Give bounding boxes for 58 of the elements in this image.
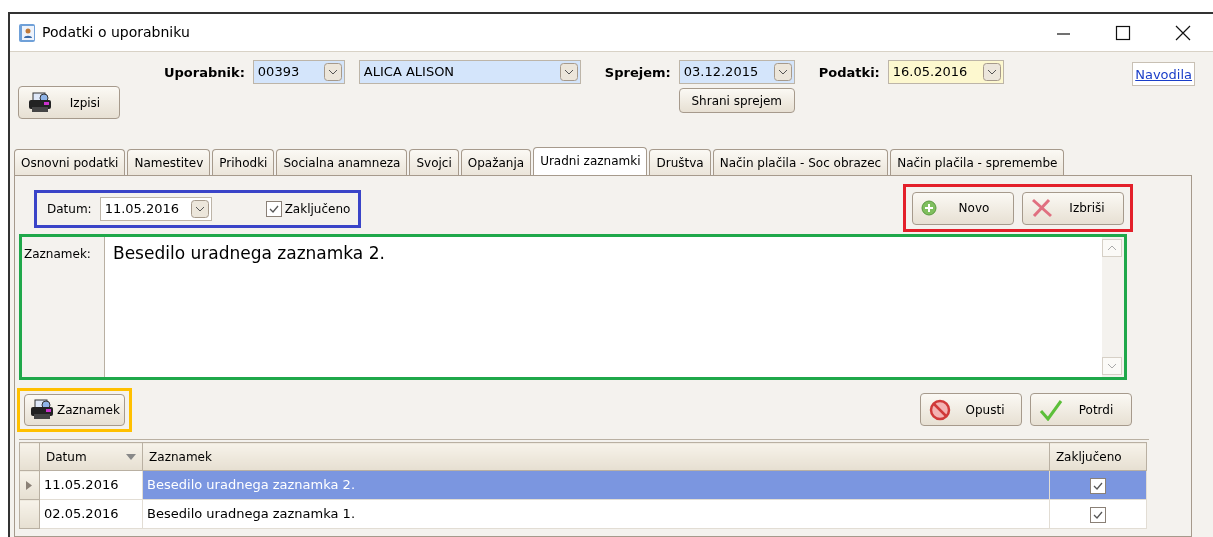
checkbox[interactable] [265, 201, 282, 217]
scroll-down-icon [1102, 357, 1122, 375]
help-link[interactable]: Navodila [1132, 62, 1195, 86]
field-label: Datum: [47, 201, 92, 218]
print-button[interactable]: Izpisi [18, 86, 120, 119]
scroll-up-icon [1102, 239, 1122, 257]
tab[interactable]: Svojci [409, 149, 459, 175]
new-button[interactable]: Novo [912, 191, 1014, 225]
table-row[interactable]: 02.05.2016 Besedilo uradnega zaznamka 1. [19, 499, 1147, 529]
dropdown-caret-icon [323, 63, 342, 81]
table-cell: 02.05.2016 [39, 499, 143, 529]
dropdown-caret-icon [190, 200, 209, 218]
checkbox-label: Zaključeno [284, 201, 351, 218]
check-icon [1039, 398, 1063, 421]
tab[interactable]: Način plačila - Soc obrazec [712, 149, 889, 175]
tab[interactable]: Način plačila - spremembe [890, 149, 1065, 175]
printer-icon [27, 91, 53, 114]
delete-button[interactable]: Izbriši [1022, 191, 1124, 225]
print-button[interactable]: Zaznamek [24, 393, 125, 426]
dropdown-caret-icon [773, 63, 792, 81]
field-label: Podatki: [818, 64, 880, 82]
plus-icon [921, 200, 937, 216]
user-code-field[interactable]: 00393 [252, 60, 345, 84]
table-row[interactable]: 11.05.2016 Besedilo uradnega zaznamka 2. [19, 470, 1147, 500]
note-text-field[interactable]: Besedilo uradnega zaznamka 2. [105, 237, 1124, 377]
data-date-field[interactable]: 16.05.2016 [887, 60, 1004, 84]
no-entry-icon [929, 398, 951, 421]
dropdown-caret-icon [559, 63, 578, 81]
confirm-button[interactable]: Potrdi [1030, 393, 1132, 426]
column-header[interactable]: Zaključeno [1049, 442, 1147, 471]
row-pointer-icon [26, 481, 32, 491]
field-label: Uporabnik: [164, 64, 245, 82]
table-cell: Besedilo uradnega zaznamka 1. [142, 499, 1050, 529]
tab[interactable]: Uradni zaznamki [533, 147, 648, 175]
window-title: Podatki o uporabniku [42, 23, 190, 42]
date-field[interactable]: 11.05.2016 [99, 197, 212, 221]
tab[interactable]: Namestitev [127, 149, 211, 175]
printer-icon [29, 398, 55, 421]
field-label: Sprejem: [604, 64, 671, 82]
tab[interactable]: Društva [649, 149, 711, 175]
column-header[interactable]: Datum [39, 442, 143, 471]
admission-date-field[interactable]: 03.12.2015 [678, 60, 795, 84]
tab[interactable]: Opažanja [460, 149, 532, 175]
column-header[interactable]: Zaznamek [142, 442, 1050, 471]
cross-icon [1031, 198, 1053, 218]
save-admission-button[interactable]: Shrani sprejem [678, 88, 795, 113]
tab[interactable]: Osnovni podatki [14, 149, 126, 175]
table-cell: 11.05.2016 [39, 470, 143, 500]
address-book-icon [18, 22, 36, 43]
column-header [19, 442, 40, 471]
table-cell: Besedilo uradnega zaznamka 2. [142, 470, 1050, 500]
tab[interactable]: Socialna anamneza [276, 149, 408, 175]
user-name-field[interactable]: ALICA ALISON [358, 60, 581, 84]
dropdown-caret-icon [982, 63, 1001, 81]
cancel-button[interactable]: Opusti [920, 393, 1022, 426]
tab[interactable]: Prihodki [212, 149, 275, 175]
checkbox[interactable] [1089, 477, 1106, 494]
checkbox[interactable] [1089, 506, 1106, 523]
